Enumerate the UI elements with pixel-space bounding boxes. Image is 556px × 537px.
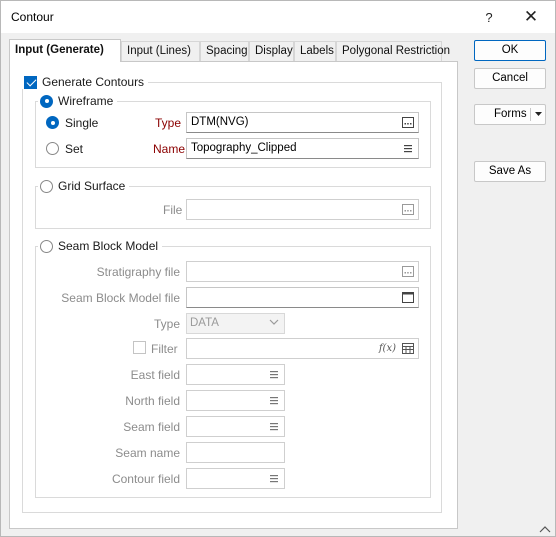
set-label: Set (65, 142, 84, 156)
ok-button[interactable]: OK (474, 40, 546, 61)
wireframe-legend: Wireframe (38, 94, 118, 108)
grid-surface-radio[interactable] (40, 179, 53, 193)
generate-contours-label: Generate Contours (42, 75, 145, 89)
grid-surface-legend: Grid Surface (38, 179, 130, 193)
seam-block-model-legend: Seam Block Model (38, 239, 163, 253)
tab-input-generate[interactable]: Input (Generate) (9, 39, 121, 62)
save-as-button[interactable]: Save As (474, 161, 546, 182)
wireframe-group: Wireframe Single Set Type DTM(NVG) Name … (35, 94, 431, 168)
file-icon[interactable] (401, 291, 415, 304)
single-label: Single (65, 116, 99, 130)
list-icon[interactable] (267, 420, 281, 433)
seam-name-input[interactable] (186, 442, 285, 463)
list-icon[interactable] (267, 394, 281, 407)
forms-button[interactable]: Forms (474, 104, 546, 125)
tab-input-lines[interactable]: Input (Lines) (121, 41, 200, 61)
tab-spacing[interactable]: Spacing (200, 41, 249, 61)
wireframe-label: Wireframe (58, 94, 114, 108)
chevron-up-icon[interactable] (539, 522, 551, 533)
seam-block-model-file-field[interactable] (186, 287, 419, 308)
help-button[interactable]: ? (469, 1, 509, 33)
close-button[interactable]: ✕ (511, 1, 551, 33)
seam-block-model-group: Seam Block Model Stratigraphy file Seam … (35, 239, 431, 498)
wireframe-type-value: DTM(NVG) (191, 116, 249, 128)
seam-block-model-label: Seam Block Model (58, 239, 159, 253)
east-field-input[interactable] (186, 364, 285, 385)
list-icon[interactable] (401, 142, 415, 155)
seam-type-value: DATA (190, 317, 219, 329)
list-icon[interactable] (267, 368, 281, 381)
stratigraphy-file-field[interactable] (186, 261, 419, 282)
contour-field-input[interactable] (186, 468, 285, 489)
function-icon[interactable]: f(x) (379, 339, 396, 358)
seam-name-label: Seam name (115, 446, 180, 460)
seam-field-input[interactable] (186, 416, 285, 437)
generate-contours-checkbox[interactable] (24, 75, 37, 89)
dropdown-arrow-icon[interactable] (534, 105, 543, 130)
north-field-label: North field (125, 394, 180, 408)
forms-label: Forms (494, 108, 527, 120)
wireframe-type-label: Type (155, 116, 182, 130)
seam-type-label: Type (153, 317, 180, 331)
north-field-input[interactable] (186, 390, 285, 411)
seam-field-label: Seam field (123, 420, 180, 434)
window-title: Contour (11, 10, 54, 24)
filter-field[interactable]: f(x) (186, 338, 419, 359)
contour-field-label: Contour field (111, 472, 180, 486)
browse-icon[interactable] (401, 265, 415, 278)
stratigraphy-file-label: Stratigraphy file (96, 265, 180, 279)
seam-block-model-file-label: Seam Block Model file (61, 291, 180, 305)
grid-surface-label: Grid Surface (58, 179, 126, 193)
contour-dialog: Contour ? ✕ Input (Generate) Input (Line… (0, 0, 556, 537)
grid-file-field[interactable] (186, 199, 419, 220)
split-divider (530, 108, 531, 121)
browse-icon[interactable] (401, 116, 415, 129)
table-icon[interactable] (401, 342, 415, 355)
seam-type-select[interactable]: DATA (186, 313, 285, 334)
filter-checkbox[interactable] (133, 341, 146, 354)
grid-file-label: File (163, 203, 183, 217)
wireframe-name-label: Name (153, 142, 186, 156)
tab-panel-input-generate: Generate Contours Wireframe Single Set T… (9, 61, 458, 529)
generate-contours-group: Generate Contours Wireframe Single Set T… (22, 75, 442, 513)
generate-contours-legend: Generate Contours (22, 75, 149, 89)
browse-icon[interactable] (401, 203, 415, 216)
filter-label: Filter (151, 342, 178, 356)
tab-labels[interactable]: Labels (294, 41, 336, 61)
set-radio[interactable] (46, 142, 59, 155)
cancel-button[interactable]: Cancel (474, 68, 546, 89)
grid-surface-group: Grid Surface File (35, 179, 431, 229)
wireframe-type-field[interactable]: DTM(NVG) (186, 112, 419, 133)
wireframe-radio[interactable] (40, 94, 53, 108)
east-field-label: East field (130, 368, 180, 382)
single-radio[interactable] (46, 116, 59, 129)
chevron-down-icon (269, 315, 279, 334)
seam-block-model-radio[interactable] (40, 239, 53, 253)
wireframe-name-value: Topography_Clipped (191, 142, 297, 154)
tab-polygonal-restriction[interactable]: Polygonal Restriction (336, 41, 450, 61)
title-bar: Contour ? ✕ (1, 1, 555, 33)
wireframe-name-field[interactable]: Topography_Clipped (186, 138, 419, 159)
list-icon[interactable] (267, 472, 281, 485)
tab-display[interactable]: Display (249, 41, 294, 61)
